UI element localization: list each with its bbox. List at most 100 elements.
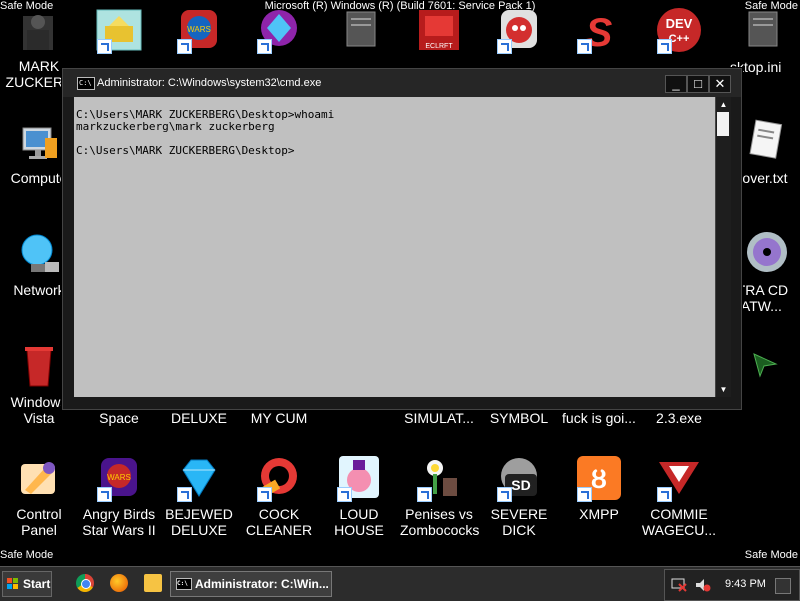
cmd-console[interactable]: C:\Users\MARK ZUCKERBERG\Desktop>whoami … (74, 97, 715, 397)
desktop-icon-label[interactable]: MY CUM (234, 410, 324, 426)
desktop-icon[interactable]: ECLRFT (400, 6, 478, 54)
desktop-icon-label: Penises vs Zombococks (400, 506, 480, 538)
desktop-icon-label[interactable]: Space (74, 410, 164, 426)
start-button[interactable]: Start (2, 571, 52, 597)
plants-vs-zombies-icon (415, 454, 463, 502)
user-folder-icon (15, 6, 63, 54)
network-status-icon[interactable] (671, 578, 687, 592)
document-icon (737, 6, 785, 54)
cmd-icon: C:\ (77, 77, 95, 90)
angry-birds-star-wars-icon: WARS (95, 454, 143, 502)
svg-text:DEV: DEV (666, 16, 693, 31)
svg-text:WARS: WARS (107, 473, 131, 482)
desktop-icon[interactable]: COCK CLEANER (240, 454, 318, 538)
svg-text:ECLRFT: ECLRFT (425, 43, 453, 50)
sd-drive-icon: SD (495, 454, 543, 502)
desktop-icon[interactable]: DEV C++ (640, 6, 718, 54)
desktop-icon[interactable]: BEJEWED DELUXE (160, 454, 238, 538)
shortcut-arrow-icon (417, 487, 432, 502)
desktop-icon-label[interactable]: 2.3.exe (634, 410, 724, 426)
cd-icon (741, 230, 789, 278)
folder-icon[interactable] (144, 574, 162, 592)
desktop-icon-label: BEJEWED DELUXE (165, 506, 233, 538)
desktop-icon[interactable] (320, 6, 398, 54)
desktop-icon[interactable]: ȣ XMPP (560, 454, 638, 522)
shortcut-arrow-icon (657, 487, 672, 502)
close-button[interactable]: ✕ (709, 75, 731, 93)
desktop-icon-label[interactable]: fuck is goi... (554, 410, 644, 426)
desktop-icon-label[interactable]: DELUXE (154, 410, 244, 426)
minimize-button[interactable]: _ (665, 75, 687, 93)
gem-icon (175, 454, 223, 502)
scroll-thumb[interactable] (717, 112, 729, 136)
svg-text:ȣ: ȣ (591, 464, 607, 494)
vertical-scrollbar[interactable]: ▲ ▼ (715, 97, 731, 397)
desktop-icon-label: XMPP (579, 506, 619, 522)
cmd-output: C:\Users\MARK ZUCKERBERG\Desktop>whoami … (76, 108, 335, 157)
desktop-icon-label: LOUD HOUSE (334, 506, 384, 538)
desktop-icon[interactable] (480, 6, 558, 54)
recycle-bin-icon (15, 342, 63, 390)
control-panel-icon (15, 454, 63, 502)
desktop-icon[interactable]: WARS (160, 6, 238, 54)
ccleaner-icon (255, 454, 303, 502)
shortcut-arrow-icon (97, 487, 112, 502)
s-logo-icon: S (575, 6, 623, 55)
volume-muted-icon[interactable] (695, 578, 711, 592)
desktop-icon[interactable]: LOUD HOUSE (320, 454, 398, 538)
document-icon (335, 6, 383, 54)
chrome-icon[interactable] (76, 574, 94, 592)
cmd-titlebar[interactable]: C:\ Administrator: C:\Windows\system32\c… (63, 69, 741, 97)
desktop-icon[interactable] (740, 350, 790, 380)
shortcut-arrow-icon (257, 487, 272, 502)
shortcut-arrow-icon (177, 39, 192, 54)
taskbar-button-label: Administrator: C:\Win... (195, 577, 329, 591)
cursor-icon (750, 350, 780, 380)
computer-icon (15, 118, 63, 166)
text-file-icon (741, 118, 789, 166)
shortcut-arrow-icon (577, 39, 592, 54)
show-desktop-button[interactable] (775, 578, 791, 594)
desktop-icon-label: Angry Birds Star Wars II (82, 506, 156, 538)
maximize-button[interactable]: □ (687, 75, 709, 93)
scroll-up-arrow-icon[interactable]: ▲ (718, 99, 729, 110)
desktop-icon[interactable]: Penises vs Zombococks (400, 454, 480, 538)
bejeweled-icon (255, 6, 303, 54)
svg-text:WARS: WARS (187, 25, 211, 34)
shortcut-arrow-icon (577, 487, 592, 502)
eclairt-icon: ECLRFT (415, 6, 463, 54)
dev-cpp-icon: DEV C++ (655, 6, 703, 54)
desktop-icon-label: SEVERE DICK (490, 506, 548, 538)
safe-mode-label: Safe Mode (0, 549, 54, 561)
desktop-icon[interactable]: S (560, 6, 638, 55)
shortcut-arrow-icon (657, 39, 672, 54)
clock[interactable]: 9:43 PM (725, 578, 766, 590)
desktop-icon[interactable]: COMMIE WAGECU... (640, 454, 718, 538)
start-label: Start (23, 577, 51, 591)
cmd-icon: C:\ (176, 578, 192, 590)
desktop-icon-label: Control Panel (16, 506, 62, 538)
desktop-icon[interactable]: SD SEVERE DICK (480, 454, 558, 538)
svg-text:SD: SD (511, 477, 530, 493)
desktop-icon[interactable] (80, 6, 158, 54)
desktop-icon[interactable]: WARS Angry Birds Star Wars II (80, 454, 158, 538)
shortcut-arrow-icon (497, 39, 512, 54)
desktop-icon[interactable] (240, 6, 318, 54)
system-tray: 9:43 PM (664, 569, 800, 601)
scroll-down-arrow-icon[interactable]: ▼ (718, 384, 729, 395)
network-icon (15, 230, 63, 278)
taskbar-cmd-button[interactable]: C:\ Administrator: C:\Win... (170, 571, 332, 597)
commie-icon (655, 454, 703, 502)
angry-birds-star-wars-icon: WARS (175, 6, 223, 54)
cmd-title: Administrator: C:\Windows\system32\cmd.e… (97, 77, 322, 89)
shortcut-arrow-icon (497, 487, 512, 502)
shortcut-arrow-icon (257, 39, 272, 54)
taskbar: Start C:\ Administrator: C:\Win... 9:43 … (0, 566, 800, 601)
cmd-window[interactable]: C:\ Administrator: C:\Windows\system32\c… (62, 68, 742, 410)
desktop-icon-label[interactable]: SYMBOL (474, 410, 564, 426)
firefox-icon[interactable] (110, 574, 128, 592)
desktop-icon[interactable]: Control Panel (0, 454, 78, 538)
desktop-icon-label: COMMIE WAGECU... (641, 506, 717, 538)
desktop-icon[interactable] (722, 6, 800, 54)
desktop-icon-label[interactable]: SIMULAT... (394, 410, 484, 426)
